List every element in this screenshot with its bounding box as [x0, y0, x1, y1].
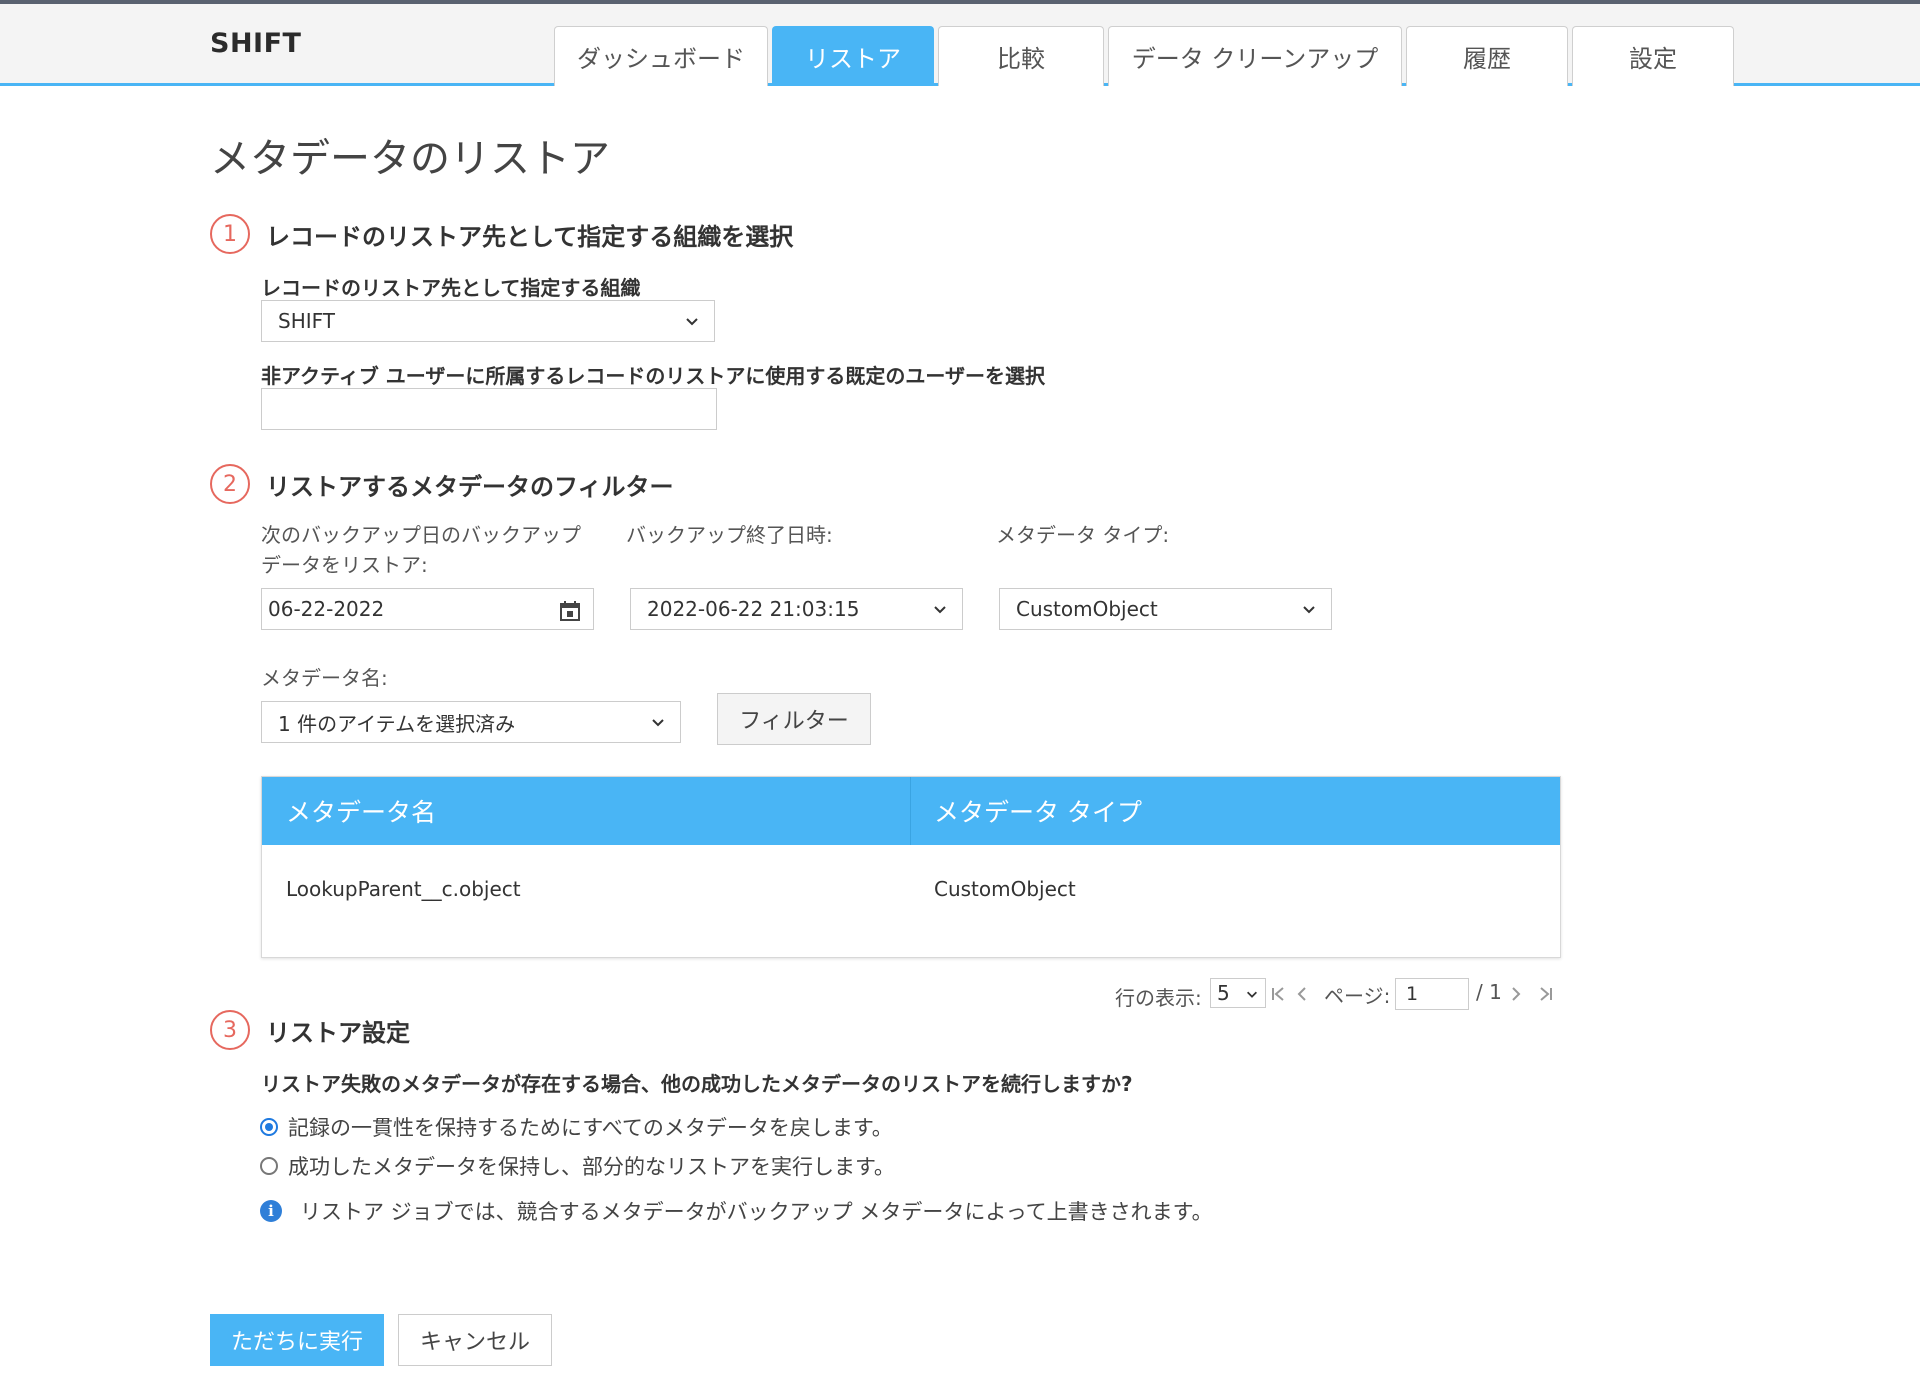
- backup-end-select[interactable]: 2022-06-22 21:03:15: [630, 588, 963, 630]
- rows-per-page-select[interactable]: 5: [1210, 978, 1266, 1008]
- step-3-number: 3: [210, 1010, 250, 1050]
- cancel-button[interactable]: キャンセル: [398, 1314, 552, 1366]
- step-2-header: 2 リストアするメタデータのフィルター: [210, 464, 674, 504]
- metadata-type-select[interactable]: CustomObject: [999, 588, 1332, 630]
- radio-rollback-all-label: 記録の一貫性を保持するためにすべてのメタデータを戻します。: [288, 1116, 893, 1140]
- page-label: ページ:: [1324, 984, 1391, 1008]
- radio-partial-restore-label: 成功したメタデータを保持し、部分的なリストアを実行します。: [288, 1155, 895, 1179]
- default-user-label: 非アクティブ ユーザーに所属するレコードのリストアに使用する既定のユーザーを選択: [261, 364, 1045, 388]
- step-2-number: 2: [210, 464, 250, 504]
- chevron-down-icon: [686, 318, 698, 326]
- metadata-name-value: 1 件のアイテムを選択済み: [278, 711, 516, 736]
- page-number-input[interactable]: 1: [1395, 978, 1469, 1010]
- backup-date-value: 06-22-2022: [268, 597, 385, 621]
- step-1-title: レコードのリストア先として指定する組織を選択: [266, 222, 794, 251]
- radio-button-selected[interactable]: [260, 1118, 278, 1136]
- total-pages: / 1: [1476, 980, 1502, 1004]
- org-label: レコードのリストア先として指定する組織: [261, 276, 641, 300]
- metadata-type-label: メタデータ タイプ:: [996, 523, 1170, 547]
- info-note: i リストア ジョブでは、競合するメタデータがバックアップ メタデータによって上…: [260, 1196, 1213, 1226]
- cell-metadata-type: CustomObject: [934, 877, 1076, 901]
- metadata-type-value: CustomObject: [1016, 597, 1158, 621]
- tab-history[interactable]: 履歴: [1406, 26, 1568, 86]
- metadata-name-select[interactable]: 1 件のアイテムを選択済み: [261, 701, 681, 743]
- run-now-button[interactable]: ただちに実行: [210, 1314, 384, 1366]
- page-title: メタデータのリストア: [210, 136, 610, 182]
- backup-date-label: 次のバックアップ日のバックアップ データをリストア:: [261, 523, 581, 577]
- tab-restore[interactable]: リストア: [772, 26, 934, 86]
- next-page-icon[interactable]: [1508, 984, 1524, 1004]
- brand-logo: SHIFT: [210, 28, 302, 59]
- org-select-value: SHIFT: [278, 309, 336, 333]
- chevron-down-icon: [934, 606, 946, 614]
- radio-partial-restore[interactable]: 成功したメタデータを保持し、部分的なリストアを実行します。: [260, 1151, 895, 1181]
- step-3-title: リストア設定: [266, 1018, 410, 1047]
- calendar-icon[interactable]: [559, 600, 581, 622]
- filter-button[interactable]: フィルター: [717, 693, 871, 745]
- org-select[interactable]: SHIFT: [261, 300, 715, 342]
- table-header: メタデータ名 メタデータ タイプ: [262, 777, 1560, 845]
- cell-metadata-name: LookupParent__c.object: [286, 877, 521, 901]
- column-header-metadata-type[interactable]: メタデータ タイプ: [910, 777, 1560, 845]
- chevron-down-icon: [1247, 991, 1257, 998]
- column-header-metadata-name[interactable]: メタデータ名: [262, 777, 910, 845]
- restore-question: リストア失敗のメタデータが存在する場合、他の成功したメタデータのリストアを続行し…: [261, 1072, 1133, 1096]
- chevron-down-icon: [1303, 606, 1315, 614]
- rows-per-page-value: 5: [1217, 981, 1230, 1005]
- tab-settings[interactable]: 設定: [1572, 26, 1734, 86]
- previous-page-icon[interactable]: [1294, 984, 1310, 1004]
- metadata-table: メタデータ名 メタデータ タイプ LookupParent__c.object …: [261, 776, 1561, 958]
- step-1-number: 1: [210, 214, 250, 254]
- radio-button[interactable]: [260, 1157, 278, 1175]
- radio-rollback-all[interactable]: 記録の一貫性を保持するためにすべてのメタデータを戻します。: [260, 1112, 893, 1142]
- backup-end-value: 2022-06-22 21:03:15: [647, 597, 860, 621]
- tab-dashboard[interactable]: ダッシュボード: [554, 26, 768, 86]
- rows-per-page-label: 行の表示:: [1115, 986, 1202, 1010]
- first-page-icon[interactable]: [1270, 984, 1286, 1004]
- chevron-down-icon: [652, 719, 664, 727]
- tab-data-cleanup[interactable]: データ クリーンアップ: [1108, 26, 1402, 86]
- info-note-text: リストア ジョブでは、競合するメタデータがバックアップ メタデータによって上書き…: [300, 1200, 1213, 1224]
- last-page-icon[interactable]: [1538, 984, 1554, 1004]
- step-2-title: リストアするメタデータのフィルター: [266, 472, 674, 501]
- app-header: SHIFT ダッシュボード リストア 比較 データ クリーンアップ 履歴 設定: [0, 4, 1920, 86]
- step-1-header: 1 レコードのリストア先として指定する組織を選択: [210, 214, 793, 254]
- metadata-name-label: メタデータ名:: [261, 666, 388, 690]
- info-icon: i: [260, 1200, 282, 1222]
- backup-date-input[interactable]: 06-22-2022: [261, 588, 594, 630]
- tab-compare[interactable]: 比較: [938, 26, 1104, 86]
- step-3-header: 3 リストア設定: [210, 1010, 410, 1050]
- backup-end-label: バックアップ終了日時:: [626, 523, 833, 547]
- default-user-input[interactable]: [261, 388, 717, 430]
